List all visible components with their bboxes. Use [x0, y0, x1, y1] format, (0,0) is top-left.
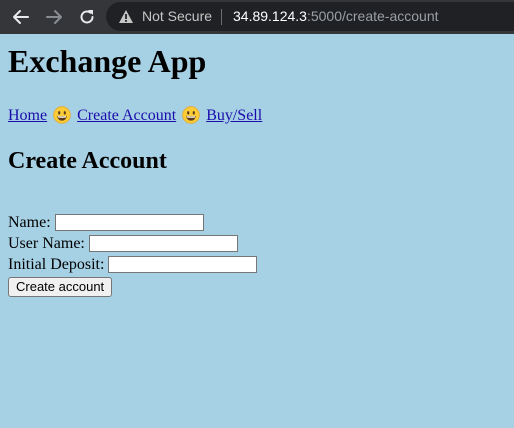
- back-button[interactable]: [10, 6, 32, 28]
- grinning-face-icon: [182, 106, 200, 124]
- address-divider: [221, 9, 222, 25]
- form-row-name: Name:: [8, 212, 257, 233]
- reload-icon: [80, 10, 94, 24]
- create-account-form: Name: User Name: Initial Deposit: Create…: [8, 212, 258, 297]
- username-input[interactable]: [88, 235, 238, 252]
- nav-link-create-account[interactable]: Create Account: [77, 107, 176, 124]
- form-row-deposit: Initial Deposit:: [8, 254, 258, 275]
- form-row-username: User Name:: [8, 233, 257, 254]
- name-label: Name:: [8, 214, 51, 231]
- form-row-submit: Create account: [8, 276, 257, 297]
- nav-link-home[interactable]: Home: [8, 107, 47, 124]
- nav-link-buy-sell[interactable]: Buy/Sell: [206, 107, 262, 124]
- forward-button[interactable]: [43, 6, 65, 28]
- url-host: 34.89.124.3: [233, 8, 307, 24]
- browser-toolbar: Not Secure 34.89.124.3:5000/create-accou…: [0, 0, 514, 34]
- security-label[interactable]: Not Secure: [142, 8, 212, 24]
- initial-deposit-input[interactable]: [108, 256, 258, 273]
- warning-triangle-icon[interactable]: [118, 9, 134, 29]
- grinning-face-icon: [53, 106, 71, 124]
- page-title: Exchange App: [8, 43, 207, 79]
- page-content: Exchange App Home Create Account Buy/Sel…: [0, 34, 514, 428]
- nav-links: Home Create Account Buy/Sell: [8, 104, 262, 128]
- initial-deposit-label: Initial Deposit:: [8, 256, 105, 273]
- arrow-right-icon: [46, 10, 62, 24]
- section-title: Create Account: [8, 148, 167, 174]
- url-path: :5000/create-account: [306, 8, 439, 24]
- name-input[interactable]: [54, 214, 204, 231]
- create-account-button[interactable]: Create account: [8, 276, 113, 297]
- url-text[interactable]: 34.89.124.3:5000/create-account: [233, 8, 439, 24]
- arrow-left-icon: [13, 10, 29, 24]
- reload-button[interactable]: [76, 6, 98, 28]
- address-bar[interactable]: Not Secure 34.89.124.3:5000/create-accou…: [106, 2, 514, 31]
- username-label: User Name:: [8, 235, 85, 252]
